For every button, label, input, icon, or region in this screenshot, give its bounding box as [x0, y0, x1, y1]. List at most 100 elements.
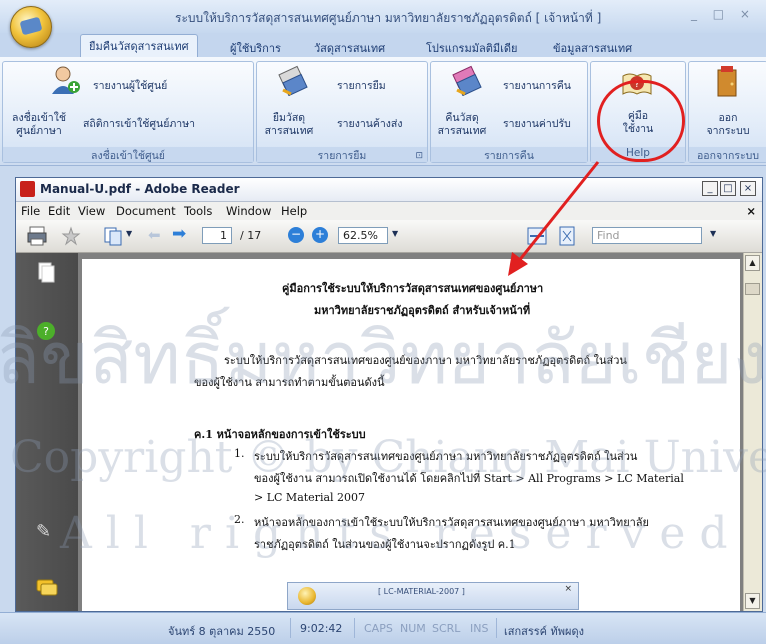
pages-panel-icon[interactable]	[36, 261, 56, 283]
ribbon-tab-bar: ยืมคืนวัสดุสารสนเทศ ผู้ใช้บริการ วัสดุสา…	[0, 33, 766, 59]
reader-toolbar: ▼ ⬅ ➡ 1 / 17 − + 62.5% ▼ Find ▼	[16, 220, 762, 253]
menu-edit[interactable]: Edit	[48, 204, 70, 218]
page-number-input[interactable]: 1	[202, 227, 232, 244]
figure-title: [ LC-MATERIAL-2007 ]	[378, 587, 465, 596]
zoom-out-icon[interactable]: −	[288, 227, 304, 243]
status-bar: จันทร์ 8 ตุลาคม 2550 9:02:42 CAPS NUM SC…	[0, 612, 766, 644]
doc-intro-line2: ของผู้ใช้งาน สามารถทำตามขั้นตอนดังนี้	[194, 376, 385, 389]
group-exit-label: ออกจากระบบ	[689, 147, 766, 162]
status-caps: CAPS	[364, 622, 393, 635]
menu-file[interactable]: File	[21, 204, 40, 218]
reader-titlebar: Manual-U.pdf - Adobe Reader _ □ ×	[16, 178, 762, 202]
user-report-button[interactable]: รายงานผู้ใช้ศูนย์	[93, 80, 167, 93]
scroll-up-icon[interactable]: ▲	[745, 255, 760, 271]
doc-item1-line3: > LC Material 2007	[254, 491, 366, 504]
maximize-button[interactable]: □	[720, 181, 736, 196]
menu-document[interactable]: Document	[116, 204, 176, 218]
fit-page-icon[interactable]	[556, 225, 578, 247]
document-area: คู่มือการใช้ระบบให้บริการวัสดุสารสนเทศขอ…	[78, 253, 744, 611]
checkin-label-line2: ศูนย์ภาษา	[16, 125, 62, 137]
menu-view[interactable]: View	[78, 204, 105, 218]
navigation-panel: ? ✎	[16, 253, 78, 611]
borrow-button[interactable]: ยืมวัสดุ สารสนเทศ	[257, 112, 321, 138]
close-document-button[interactable]: ×	[746, 204, 756, 218]
exit-door-icon	[717, 66, 737, 97]
zoom-dropdown-icon[interactable]: ▼	[392, 229, 398, 238]
adobe-pdf-icon	[20, 181, 35, 197]
app-title: ระบบให้บริการวัสดุสารสนเทศศูนย์ภาษา มหาว…	[175, 11, 602, 25]
doc-title-line2: มหาวิทยาลัยราชภัฏอุตรดิตถ์ สำหรับเจ้าหน้…	[314, 304, 531, 317]
reader-title: Manual-U.pdf - Adobe Reader	[40, 182, 240, 196]
group-return: คืนวัสดุ สารสนเทศ รายงานการคืน รายงานค่า…	[430, 61, 588, 163]
doc-item1-number: 1.	[234, 447, 245, 460]
svg-text:?: ?	[43, 325, 49, 338]
scroll-thumb[interactable]	[745, 283, 760, 295]
return-button[interactable]: คืนวัสดุ สารสนเทศ	[431, 112, 493, 138]
borrow-list-button[interactable]: รายการยืม	[337, 80, 386, 93]
exit-button[interactable]: ออก จากระบบ	[689, 112, 766, 138]
previous-page-icon[interactable]: ⬅	[148, 226, 161, 244]
pdf-page[interactable]: คู่มือการใช้ระบบให้บริการวัสดุสารสนเทศขอ…	[82, 259, 740, 611]
menu-tools[interactable]: Tools	[184, 204, 212, 218]
app-window-controls[interactable]: _ □ ×	[691, 7, 756, 21]
app-menu-orb[interactable]	[10, 6, 52, 48]
app-titlebar: ระบบให้บริการวัสดุสารสนเทศศูนย์ภาษา มหาว…	[0, 0, 766, 33]
comments-icon[interactable]	[36, 578, 58, 596]
checkin-button[interactable]: ลงชื่อเข้าใช้ ศูนย์ภาษา	[5, 112, 73, 138]
help-panel-icon[interactable]: ?	[36, 321, 56, 341]
group-checkin-label: ลงชื่อเข้าใช้ศูนย์	[3, 147, 253, 162]
doc-section-heading: ค.1 หน้าจอหลักของการเข้าใช้ระบบ	[194, 428, 366, 441]
fine-report-button[interactable]: รายงานค่าปรับ	[503, 118, 571, 131]
reader-window: Manual-U.pdf - Adobe Reader _ □ × File E…	[15, 177, 763, 612]
tab-users[interactable]: ผู้ใช้บริการ	[222, 37, 289, 59]
dialog-launcher-icon[interactable]: ⊡	[415, 151, 423, 161]
zoom-input[interactable]: 62.5%	[338, 227, 388, 244]
group-borrow: ยืมวัสดุ สารสนเทศ รายการยืม รายงานค้างส่…	[256, 61, 428, 163]
tab-borrow-return[interactable]: ยืมคืนวัสดุสารสนเทศ	[80, 34, 198, 59]
tab-multimedia[interactable]: โปรแกรมมัลติมีเดีย	[418, 37, 525, 59]
pages-icon[interactable]	[102, 225, 124, 247]
page-total: / 17	[240, 229, 262, 242]
doc-item2-line1: หน้าจอหลักของการเข้าใช้ระบบให้บริการวัสด…	[254, 516, 649, 529]
tab-materials[interactable]: วัสดุสารสนเทศ	[306, 37, 393, 59]
menu-help[interactable]: Help	[281, 204, 307, 218]
tab-information[interactable]: ข้อมูลสารสนเทศ	[545, 37, 640, 59]
pages-dropdown-icon[interactable]: ▼	[126, 229, 132, 238]
group-checkin: ลงชื่อเข้าใช้ ศูนย์ภาษา รายงานผู้ใช้ศูนย…	[2, 61, 254, 163]
status-date: จันทร์ 8 ตุลาคม 2550	[168, 625, 276, 638]
next-page-icon[interactable]: ➡	[172, 224, 186, 244]
vertical-scrollbar[interactable]: ▲ ▼	[743, 253, 762, 611]
status-separator	[290, 618, 291, 638]
doc-item1-line2: ของผู้ใช้งาน สามารถเปิดใช้งานได้ โดยคลิก…	[254, 472, 684, 485]
help-highlight-circle	[597, 80, 685, 162]
status-time: 9:02:42	[300, 622, 343, 635]
return-label-line1: คืนวัสดุ	[445, 112, 479, 124]
zoom-in-icon[interactable]: +	[312, 227, 328, 243]
menu-window[interactable]: Window	[226, 204, 271, 218]
status-ins: INS	[470, 622, 489, 635]
borrow-label-line2: สารสนเทศ	[264, 125, 314, 137]
fit-width-icon[interactable]	[526, 225, 548, 247]
find-dropdown-icon[interactable]: ▼	[710, 229, 716, 238]
minimize-button[interactable]: _	[702, 181, 718, 196]
scroll-down-icon[interactable]: ▼	[745, 593, 760, 609]
attachments-icon[interactable]: ✎	[36, 521, 51, 542]
user-add-icon	[52, 66, 80, 94]
borrow-label-line1: ยืมวัสดุ	[272, 112, 306, 124]
return-report-button[interactable]: รายงานการคืน	[503, 80, 571, 93]
find-input[interactable]: Find	[592, 227, 702, 244]
group-exit: ออก จากระบบ ออกจากระบบ	[688, 61, 766, 163]
return-media-icon	[452, 65, 482, 96]
print-icon[interactable]	[26, 225, 48, 247]
return-label-line2: สารสนเทศ	[437, 125, 487, 137]
status-num: NUM	[400, 622, 426, 635]
close-button[interactable]: ×	[740, 181, 756, 196]
collaborate-icon[interactable]	[60, 225, 82, 247]
reader-menubar: File Edit View Document Tools Window Hel…	[16, 202, 762, 220]
status-scrl: SCRL	[432, 622, 461, 635]
figure-preview: [ LC-MATERIAL-2007 ] ×	[287, 582, 579, 610]
overdue-report-button[interactable]: รายงานค้างส่ง	[337, 118, 402, 131]
doc-item1-line1: ระบบให้บริการวัสดุสารสนเทศของศูนย์ภาษา ม…	[254, 450, 638, 463]
figure-close-icon: ×	[564, 584, 572, 594]
stats-button[interactable]: สถิติการเข้าใช้ศูนย์ภาษา	[83, 118, 195, 131]
